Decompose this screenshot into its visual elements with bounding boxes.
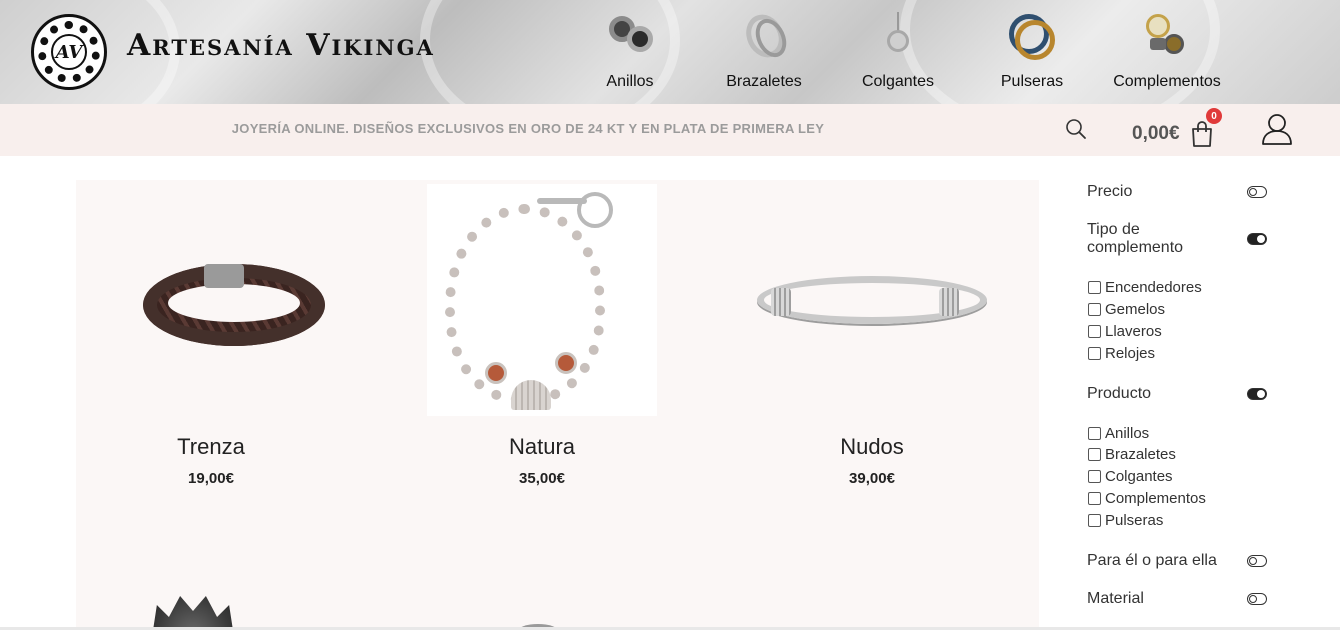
filter-option-brazaletes[interactable]: Brazaletes: [1088, 446, 1176, 463]
bangles-icon: [737, 8, 793, 64]
product-price: 35,00€: [519, 470, 565, 487]
checkbox[interactable]: [1088, 303, 1101, 316]
pendant-icon: [871, 8, 925, 62]
bracelets-icon: [1005, 8, 1059, 62]
product-name[interactable]: Natura: [427, 434, 657, 460]
checkbox[interactable]: [1088, 325, 1101, 338]
product-image[interactable]: [757, 184, 987, 416]
promo-text: JOYERÍA ONLINE. DISEÑOS EXCLUSIVOS EN OR…: [231, 121, 825, 136]
product-name[interactable]: Trenza: [96, 434, 326, 460]
option-label: Pulseras: [1105, 512, 1164, 529]
product-image[interactable]: [96, 184, 326, 416]
product-card-natura[interactable]: Natura 35,00€: [427, 184, 657, 487]
nav-label: Anillos: [606, 73, 654, 90]
filter-precio[interactable]: Precio: [1087, 183, 1132, 201]
filter-option-anillos[interactable]: Anillos: [1088, 425, 1149, 442]
filter-para-el-ella[interactable]: Para él o para ella: [1087, 552, 1217, 570]
nav-label: Brazaletes: [726, 73, 802, 90]
option-label: Relojes: [1105, 345, 1156, 362]
nav-item-pulseras[interactable]: Pulseras: [967, 8, 1097, 98]
checkbox[interactable]: [1088, 427, 1101, 440]
filter-option-colgantes[interactable]: Colgantes: [1088, 468, 1173, 485]
filter-option-encendedores[interactable]: Encendedores: [1088, 279, 1202, 296]
product-name[interactable]: Nudos: [757, 434, 987, 460]
accessories-icon: [1140, 8, 1194, 62]
filter-tipo-toggle[interactable]: [1247, 233, 1267, 245]
option-label: Colgantes: [1105, 468, 1173, 485]
filter-producto[interactable]: Producto: [1087, 385, 1151, 403]
filter-option-relojes[interactable]: Relojes: [1088, 345, 1155, 362]
cart-total[interactable]: 0,00€: [1132, 123, 1180, 145]
checkbox[interactable]: [1088, 448, 1101, 461]
nav-label: Complementos: [1113, 73, 1221, 90]
filter-option-complementos[interactable]: Complementos: [1088, 490, 1206, 507]
product-card-trenza[interactable]: Trenza 19,00€: [96, 184, 326, 487]
brand-logo[interactable]: AV: [31, 14, 107, 90]
option-label: Anillos: [1105, 425, 1150, 442]
option-label: Llaveros: [1105, 323, 1162, 340]
filter-para-toggle[interactable]: [1247, 555, 1267, 567]
cart-count-badge: 0: [1206, 108, 1222, 124]
checkbox[interactable]: [1088, 281, 1101, 294]
nav-label: Pulseras: [1000, 73, 1064, 90]
filter-precio-toggle[interactable]: [1247, 186, 1267, 198]
nav-item-anillos[interactable]: Anillos: [565, 8, 695, 98]
option-label: Gemelos: [1105, 301, 1166, 318]
nav-item-colgantes[interactable]: Colgantes: [833, 8, 963, 98]
filter-option-llaveros[interactable]: Llaveros: [1088, 323, 1162, 340]
filter-producto-toggle[interactable]: [1247, 388, 1267, 400]
filter-material-toggle[interactable]: [1247, 593, 1267, 605]
nav-item-complementos[interactable]: Complementos: [1102, 8, 1232, 98]
option-label: Brazaletes: [1105, 446, 1176, 463]
option-label: Complementos: [1105, 490, 1206, 507]
checkbox[interactable]: [1088, 514, 1101, 527]
nav-item-brazaletes[interactable]: Brazaletes: [699, 8, 829, 98]
product-image[interactable]: [427, 184, 657, 416]
product-card-nudos[interactable]: Nudos 39,00€: [757, 184, 987, 487]
filter-material[interactable]: Material: [1087, 590, 1144, 608]
checkbox[interactable]: [1088, 470, 1101, 483]
logo-monogram: AV: [51, 34, 87, 70]
rings-icon: [603, 8, 657, 62]
filter-option-gemelos[interactable]: Gemelos: [1088, 301, 1165, 318]
checkbox[interactable]: [1088, 347, 1101, 360]
product-price: 39,00€: [849, 470, 895, 487]
user-account-icon[interactable]: [1260, 112, 1294, 146]
shopping-bag-icon[interactable]: [1189, 120, 1215, 148]
filter-tipo-complemento[interactable]: Tipo de complemento: [1087, 221, 1227, 257]
checkbox[interactable]: [1088, 492, 1101, 505]
filter-option-pulseras[interactable]: Pulseras: [1088, 512, 1163, 529]
search-icon[interactable]: [1064, 117, 1088, 141]
brand-name[interactable]: Artesanía Vikinga: [127, 28, 435, 63]
option-label: Encendedores: [1105, 279, 1202, 296]
product-price: 19,00€: [188, 470, 234, 487]
nav-label: Colgantes: [861, 73, 935, 90]
